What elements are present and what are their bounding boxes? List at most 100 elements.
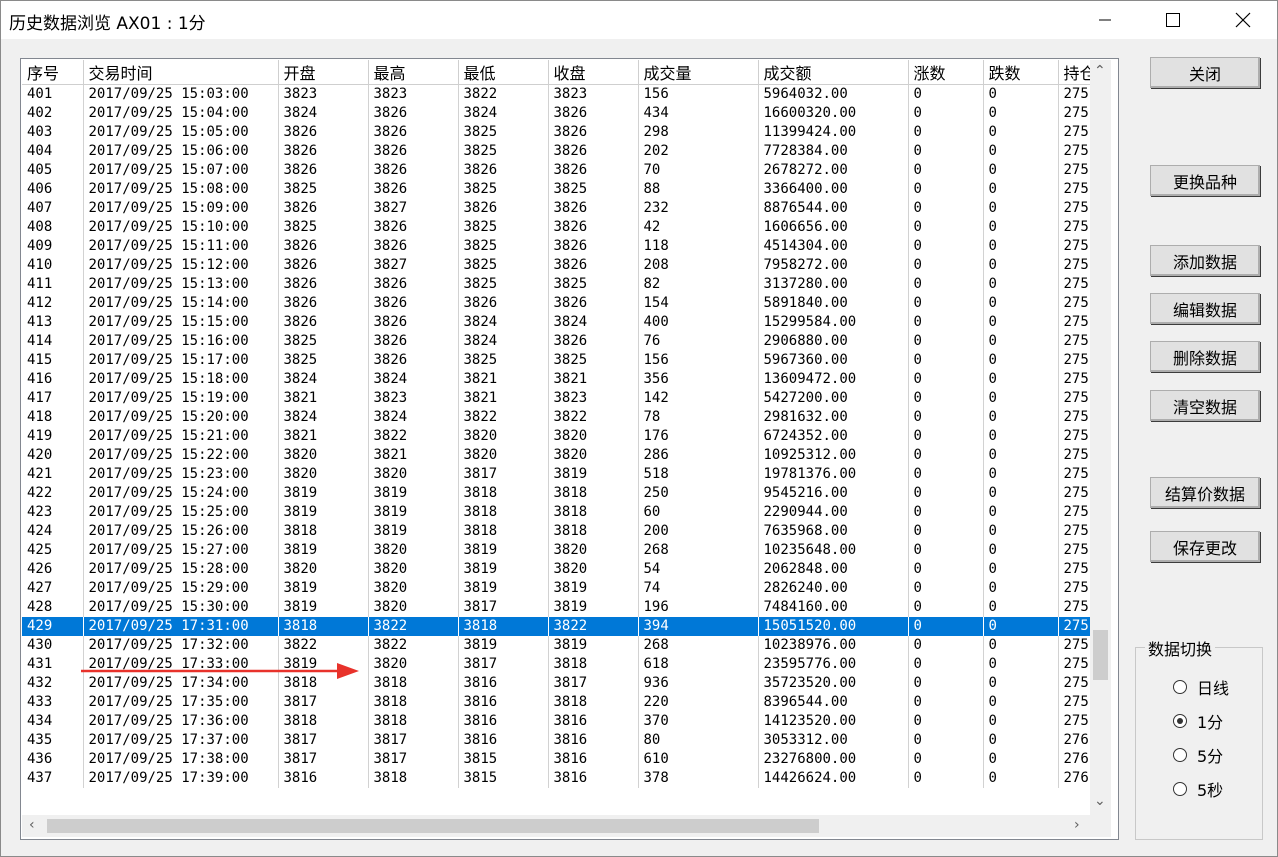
column-header[interactable]: 最高 [368, 60, 459, 85]
table-row[interactable]: 407 2017/09/25 15:09:00 3826 3827 3826 3826 23… [22, 199, 1097, 218]
table-row[interactable]: 420 2017/09/25 15:22:00 3820 3821 3820 3820 28… [22, 446, 1097, 465]
column-header[interactable]: 跌数 [983, 60, 1059, 85]
table-cell: 0 [983, 446, 1059, 465]
settlement-data-button[interactable]: 结算价数据 [1150, 477, 1260, 508]
scroll-up-icon[interactable]: ⌃ [1094, 63, 1106, 79]
table-row[interactable]: 419 2017/09/25 15:21:00 3821 3822 3820 3820 17… [22, 427, 1097, 446]
add-data-button[interactable]: 添加数据 [1150, 245, 1260, 276]
table-cell: 5891840.00 [758, 294, 909, 313]
table-row[interactable]: 409 2017/09/25 15:11:00 3826 3826 3825 3826 11… [22, 237, 1097, 256]
change-symbol-button[interactable]: 更换品种 [1150, 165, 1260, 196]
table-cell: 298 [638, 123, 759, 142]
table-cell: 3815 [458, 750, 549, 769]
close-button[interactable]: 关闭 [1150, 57, 1260, 88]
radio-5min-indicator[interactable] [1173, 748, 1187, 762]
table-cell: 0 [908, 484, 984, 503]
table-row[interactable]: 403 2017/09/25 15:05:00 3826 3826 3825 3826 29… [22, 123, 1097, 142]
table-row[interactable]: 406 2017/09/25 15:08:00 3825 3826 3825 3825 88… [22, 180, 1097, 199]
table-row[interactable]: 437 2017/09/25 17:39:00 3816 3818 3815 3816 37… [22, 769, 1097, 788]
table-row[interactable]: 428 2017/09/25 15:30:00 3819 3820 3817 3819 19… [22, 598, 1097, 617]
table-cell: 3825 [458, 256, 549, 275]
table-row[interactable]: 408 2017/09/25 15:10:00 3825 3826 3825 3826 42… [22, 218, 1097, 237]
radio-daily-indicator[interactable] [1173, 680, 1187, 694]
table-row[interactable]: 418 2017/09/25 15:20:00 3824 3824 3822 3822 78… [22, 408, 1097, 427]
scroll-down-icon[interactable]: ⌄ [1094, 793, 1106, 809]
column-header[interactable]: 交易时间 [83, 60, 279, 85]
title-bar[interactable]: 历史数据浏览 AX01 : 1分 [1, 1, 1277, 39]
table-row[interactable]: 415 2017/09/25 15:17:00 3825 3826 3825 3825 15… [22, 351, 1097, 370]
column-header[interactable]: 开盘 [278, 60, 369, 85]
table-row[interactable]: 411 2017/09/25 15:13:00 3826 3826 3825 3825 82… [22, 275, 1097, 294]
scroll-left-icon[interactable]: ‹ [29, 817, 35, 833]
table-row[interactable]: 423 2017/09/25 15:25:00 3819 3819 3818 3818 60… [22, 503, 1097, 522]
table-row[interactable]: 427 2017/09/25 15:29:00 3819 3820 3819 3819 74… [22, 579, 1097, 598]
table-row[interactable]: 422 2017/09/25 15:24:00 3819 3819 3818 3818 25… [22, 484, 1097, 503]
table-row[interactable]: 434 2017/09/25 17:36:00 3818 3818 3816 3816 37… [22, 712, 1097, 731]
column-header[interactable]: 最低 [458, 60, 549, 85]
table-cell: 3824 [458, 313, 549, 332]
clear-data-button[interactable]: 清空数据 [1150, 390, 1260, 421]
table-row[interactable]: 404 2017/09/25 15:06:00 3826 3826 3825 3826 20… [22, 142, 1097, 161]
table-row[interactable]: 402 2017/09/25 15:04:00 3824 3826 3824 3826 43… [22, 104, 1097, 123]
table-cell: 378 [638, 769, 759, 788]
table-cell: 0 [983, 389, 1059, 408]
table-row[interactable]: 412 2017/09/25 15:14:00 3826 3826 3826 3826 15… [22, 294, 1097, 313]
table-cell: 412 [22, 294, 84, 313]
table-row[interactable]: 413 2017/09/25 15:15:00 3826 3826 3824 3824 40… [22, 313, 1097, 332]
column-header[interactable]: 序号 [22, 60, 84, 85]
radio-5min[interactable]: 5分 [1173, 743, 1223, 767]
table-cell: 417 [22, 389, 84, 408]
data-grid[interactable]: 序号 交易时间 开盘 最高 最低 收盘 成交量 成交额 涨数 跌数 持仓 401 2017/09/25… [20, 58, 1119, 840]
scroll-right-icon[interactable]: › [1074, 817, 1080, 833]
table-row[interactable]: 426 2017/09/25 15:28:00 3820 3820 3819 3820 54… [22, 560, 1097, 579]
vertical-scrollbar[interactable]: ⌃ ⌄ [1090, 60, 1111, 815]
table-row[interactable]: 424 2017/09/25 15:26:00 3818 3819 3818 3818 20… [22, 522, 1097, 541]
radio-1min[interactable]: 1分 [1173, 709, 1223, 733]
column-header[interactable]: 收盘 [548, 60, 639, 85]
table-cell: 3819 [278, 598, 369, 617]
table-cell: 3820 [368, 579, 459, 598]
table-row[interactable]: 429 2017/09/25 17:31:00 3818 3822 3818 3822 39… [22, 617, 1097, 636]
horizontal-scrollbar[interactable]: ‹ › [22, 815, 1111, 837]
minimize-button[interactable] [1082, 1, 1128, 39]
horizontal-scroll-thumb[interactable] [47, 819, 819, 833]
table-cell: 2017/09/25 17:32:00 [83, 636, 279, 655]
table-cell: 11399424.00 [758, 123, 909, 142]
table-row[interactable]: 430 2017/09/25 17:32:00 3822 3822 3819 3819 26… [22, 636, 1097, 655]
delete-data-button[interactable]: 删除数据 [1150, 341, 1260, 372]
close-window-button[interactable] [1220, 1, 1266, 39]
save-changes-button[interactable]: 保存更改 [1150, 531, 1260, 562]
column-header[interactable]: 成交额 [758, 60, 909, 85]
radio-daily[interactable]: 日线 [1173, 675, 1229, 699]
table-row[interactable]: 433 2017/09/25 17:35:00 3817 3818 3816 3818 22… [22, 693, 1097, 712]
table-row[interactable]: 436 2017/09/25 17:38:00 3817 3817 3815 3816 61… [22, 750, 1097, 769]
table-row[interactable]: 417 2017/09/25 15:19:00 3821 3823 3821 3823 14… [22, 389, 1097, 408]
table-row[interactable]: 425 2017/09/25 15:27:00 3819 3820 3819 3820 26… [22, 541, 1097, 560]
table-header: 序号 交易时间 开盘 最高 最低 收盘 成交量 成交额 涨数 跌数 持仓 [22, 60, 1097, 85]
table-cell: 2017/09/25 15:28:00 [83, 560, 279, 579]
table-cell: 936 [638, 674, 759, 693]
table-cell: 411 [22, 275, 84, 294]
table-cell: 232 [638, 199, 759, 218]
radio-1min-indicator[interactable] [1173, 714, 1187, 728]
table-row[interactable]: 435 2017/09/25 17:37:00 3817 3817 3816 3816 80… [22, 731, 1097, 750]
maximize-button[interactable] [1150, 1, 1196, 39]
vertical-scroll-thumb[interactable] [1093, 630, 1108, 680]
table-cell: 0 [908, 180, 984, 199]
table-row[interactable]: 410 2017/09/25 15:12:00 3826 3827 3825 3826 20… [22, 256, 1097, 275]
table-row[interactable]: 401 2017/09/25 15:03:00 3823 3823 3822 3823 15… [22, 84, 1097, 104]
radio-5sec[interactable]: 5秒 [1173, 777, 1223, 801]
column-header[interactable]: 成交量 [638, 60, 759, 85]
table-row[interactable]: 405 2017/09/25 15:07:00 3826 3826 3826 3826 70… [22, 161, 1097, 180]
table-cell: 3366400.00 [758, 180, 909, 199]
table-cell: 618 [638, 655, 759, 674]
table-row[interactable]: 414 2017/09/25 15:16:00 3825 3826 3824 3826 76… [22, 332, 1097, 351]
table-row[interactable]: 421 2017/09/25 15:23:00 3820 3820 3817 3819 51… [22, 465, 1097, 484]
table-cell: 3818 [458, 522, 549, 541]
edit-data-button[interactable]: 编辑数据 [1150, 293, 1260, 324]
radio-5sec-indicator[interactable] [1173, 782, 1187, 796]
table-row[interactable]: 416 2017/09/25 15:18:00 3824 3824 3821 3821 35… [22, 370, 1097, 389]
table-cell: 0 [908, 218, 984, 237]
table-cell: 418 [22, 408, 84, 427]
column-header[interactable]: 涨数 [908, 60, 984, 85]
